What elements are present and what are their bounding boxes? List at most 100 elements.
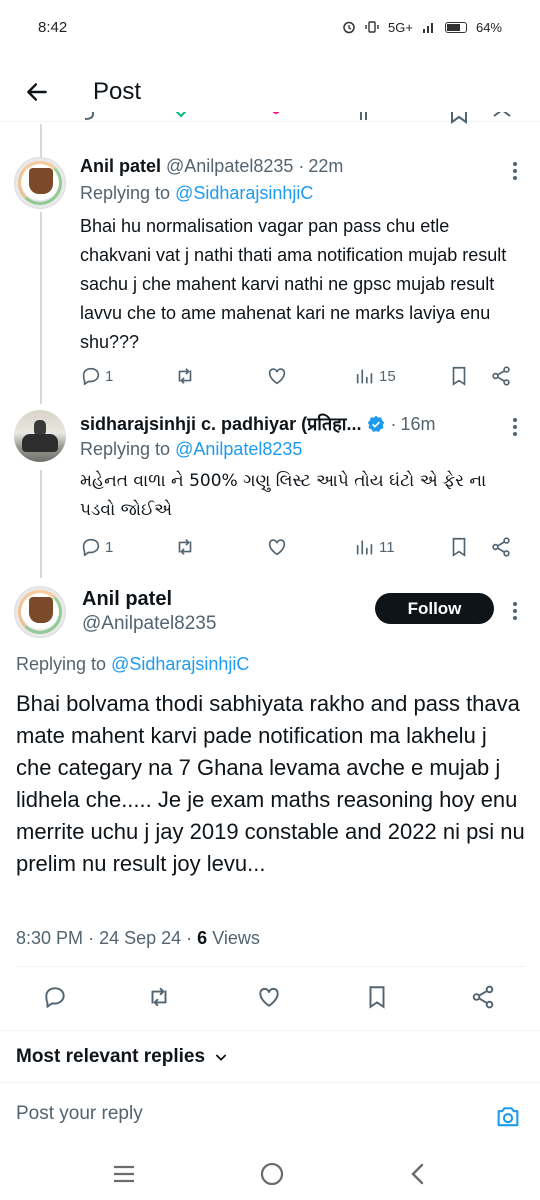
- reply-button[interactable]: [42, 984, 70, 1012]
- signal-icon: [422, 23, 433, 33]
- previous-post-actions: [80, 112, 520, 126]
- author-name[interactable]: sidharajsinhji c. padhiyar (प्रतिहा...: [80, 412, 361, 436]
- bookmark-icon: [452, 537, 466, 557]
- divider: [16, 966, 524, 967]
- replying-to: Replying to @SidharajsinhjiC: [16, 654, 249, 675]
- replying-prefix: Replying to: [80, 183, 171, 203]
- back-arrow-icon[interactable]: [22, 77, 52, 107]
- more-icon[interactable]: [512, 418, 518, 436]
- views-icon: [356, 369, 373, 384]
- views-count: 6: [197, 928, 208, 948]
- reply-count: 1: [105, 538, 114, 556]
- bookmark-button[interactable]: [448, 365, 470, 387]
- reply-icon: [45, 987, 65, 1008]
- views-button[interactable]: 15: [354, 365, 396, 387]
- avatar[interactable]: [14, 586, 66, 638]
- views-icon: [356, 540, 373, 555]
- replying-mention[interactable]: @SidharajsinhjiC: [175, 183, 313, 203]
- replying-prefix: Replying to: [16, 654, 107, 674]
- repost-icon: [178, 368, 192, 384]
- system-nav-bar: [0, 1148, 540, 1200]
- avatar[interactable]: [14, 410, 66, 462]
- reply-icon: [82, 367, 100, 386]
- post-actions: 1 15: [80, 364, 520, 388]
- main-author-name[interactable]: Anil patel: [82, 588, 172, 611]
- repost-icon: [178, 539, 192, 555]
- more-icon[interactable]: [512, 162, 518, 180]
- share-button[interactable]: [490, 365, 512, 387]
- views-count: 11: [379, 538, 395, 556]
- post-actions: 1 11: [80, 535, 520, 559]
- main-post-text: Bhai bolvama thodi sabhiyata rakho and p…: [16, 691, 525, 876]
- post-text: મહેનત વાળા ને 500% ગણુ લિસ્ટ આપે તોય ઘંટ…: [80, 471, 487, 520]
- follow-button[interactable]: Follow: [375, 593, 494, 624]
- reply-input[interactable]: Post your reply: [16, 1103, 143, 1125]
- separator-dot: ·: [186, 928, 198, 948]
- repost-button[interactable]: [146, 984, 174, 1012]
- repost-icon: [151, 987, 167, 1007]
- bookmark-button[interactable]: [364, 984, 392, 1012]
- share-button[interactable]: [490, 536, 512, 558]
- home-circle-icon[interactable]: [259, 1161, 285, 1187]
- battery-icon: [444, 21, 467, 33]
- post-time: 22m: [308, 156, 344, 176]
- status-network: 5G+: [388, 19, 413, 35]
- author-name[interactable]: Anil patel: [80, 156, 161, 177]
- bookmark-icon: [369, 986, 385, 1009]
- share-icon: [472, 985, 494, 1009]
- replying-mention[interactable]: @Anilpatel8235: [175, 439, 302, 459]
- reply-button[interactable]: 1: [80, 365, 113, 387]
- post-meta: 8:30 PM · 24 Sep 24 · 6 Views: [16, 928, 260, 949]
- separator-dot: ·: [88, 928, 100, 948]
- like-icon: [259, 987, 279, 1007]
- post-author-line: sidharajsinhji c. padhiyar (प्रतिहा... ·…: [80, 412, 435, 436]
- sort-label: Most relevant replies: [16, 1046, 206, 1067]
- replying-prefix: Replying to: [80, 439, 171, 459]
- alarm-icon: [343, 21, 355, 34]
- replying-mention[interactable]: @SidharajsinhjiC: [111, 654, 249, 674]
- reply-button[interactable]: 1: [80, 536, 113, 558]
- repost-button[interactable]: [174, 365, 196, 387]
- divider: [0, 1030, 540, 1031]
- replying-to: Replying to @SidharajsinhjiC: [80, 183, 313, 204]
- post-date: 24 Sep 24: [99, 928, 182, 948]
- views-count: 15: [379, 367, 396, 385]
- like-icon: [268, 368, 286, 385]
- bookmark-button[interactable]: [448, 536, 470, 558]
- like-button[interactable]: [266, 536, 288, 558]
- post-time: 8:30 PM: [16, 928, 84, 948]
- reply-count: 1: [105, 367, 114, 385]
- share-icon: [492, 366, 510, 386]
- back-nav-icon[interactable]: [407, 1162, 429, 1186]
- status-battery: 64%: [475, 19, 502, 35]
- chevron-down-icon: [215, 1054, 227, 1061]
- author-handle[interactable]: @Anilpatel8235: [166, 156, 293, 177]
- main-post-actions: [0, 984, 540, 1014]
- bookmark-icon: [452, 366, 466, 386]
- status-time: 8:42: [38, 18, 68, 36]
- thread-line: [40, 212, 42, 404]
- repost-button[interactable]: [174, 536, 196, 558]
- like-button[interactable]: [266, 365, 288, 387]
- thread-line: [40, 470, 42, 578]
- main-author-handle[interactable]: @Anilpatel8235: [82, 613, 216, 635]
- avatar[interactable]: [14, 157, 66, 209]
- menu-icon[interactable]: [111, 1163, 137, 1185]
- vibrate-icon: [365, 21, 379, 33]
- camera-icon[interactable]: [494, 1103, 522, 1131]
- like-button[interactable]: [256, 984, 284, 1012]
- page-title: Post: [93, 77, 142, 105]
- share-icon: [492, 537, 510, 557]
- replying-to: Replying to @Anilpatel8235: [80, 439, 302, 460]
- like-icon: [268, 539, 286, 556]
- views-label: Views: [212, 928, 260, 948]
- thread-line: [40, 124, 42, 158]
- share-button[interactable]: [470, 984, 498, 1012]
- reply-icon: [82, 538, 100, 557]
- sort-replies-dropdown[interactable]: Most relevant replies: [16, 1046, 229, 1068]
- more-icon[interactable]: [512, 602, 518, 620]
- status-bar: 8:42 5G+ 64%: [0, 0, 540, 54]
- views-button[interactable]: 11: [354, 536, 395, 558]
- post-time: 16m: [400, 413, 436, 434]
- separator-dot: ·: [390, 413, 397, 434]
